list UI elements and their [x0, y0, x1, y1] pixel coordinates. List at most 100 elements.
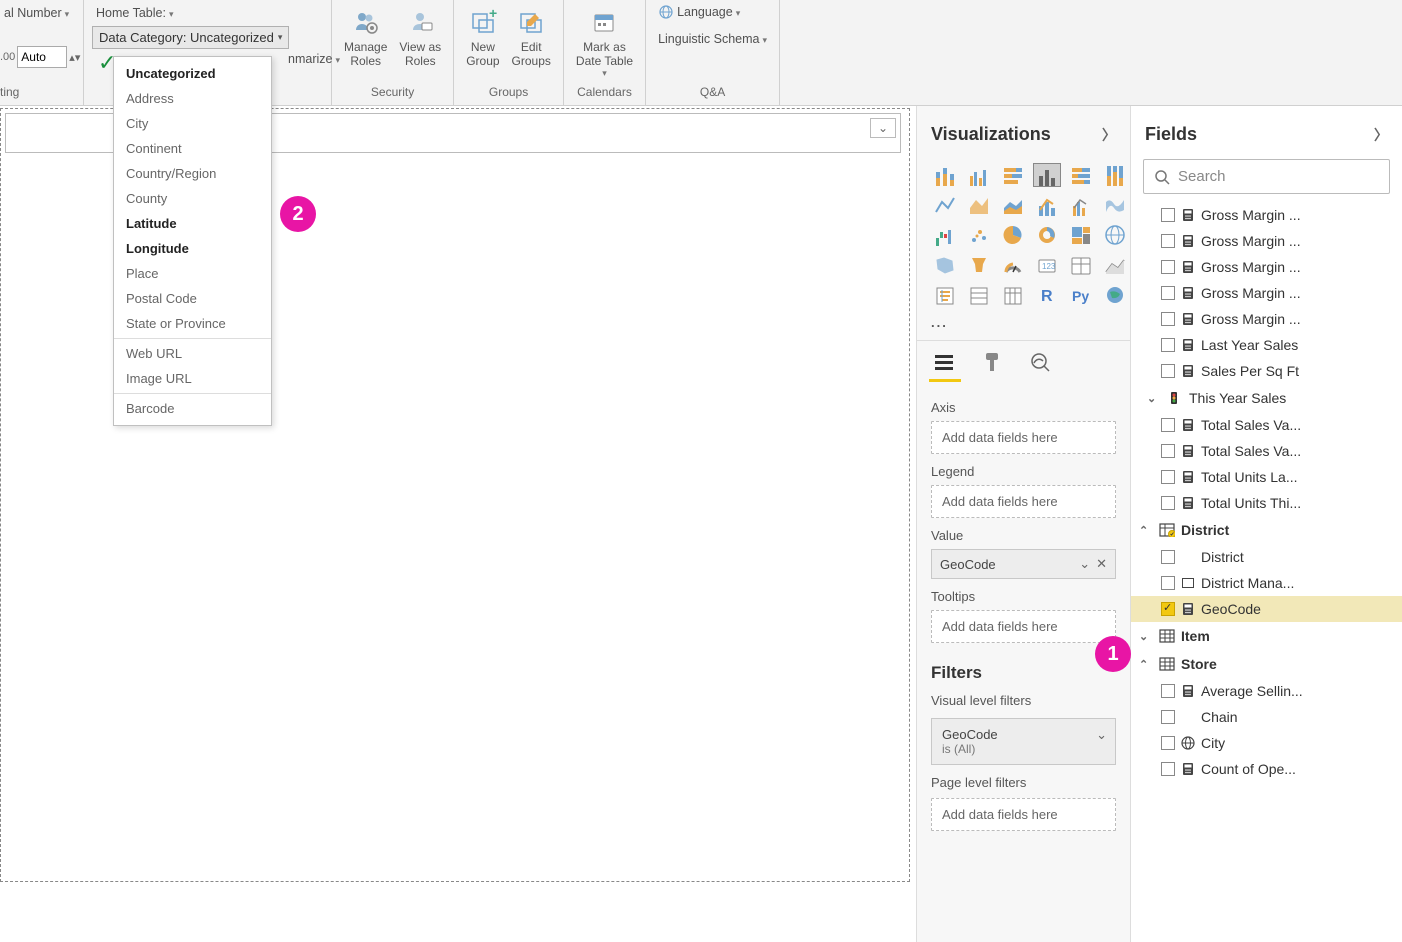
page-filters-well[interactable]: Add data fields here: [931, 798, 1116, 831]
field-item[interactable]: Gross Margin ...: [1131, 202, 1402, 228]
viz-type-21[interactable]: 123: [1033, 253, 1061, 277]
home-table-dropdown[interactable]: Home Table:: [92, 4, 177, 22]
visual-filter-geocode[interactable]: GeoCode is (All) ⌄: [931, 718, 1116, 765]
number-format-dropdown[interactable]: al Number: [0, 4, 73, 22]
visual-options-chevron[interactable]: ⌄: [870, 118, 896, 138]
data-category-option[interactable]: Barcode: [114, 396, 271, 421]
field-checkbox[interactable]: [1161, 260, 1175, 274]
data-category-option[interactable]: Continent: [114, 136, 271, 161]
field-item[interactable]: Total Units La...: [1131, 464, 1402, 490]
tooltips-well[interactable]: Add data fields here: [931, 610, 1116, 643]
field-checkbox[interactable]: [1161, 550, 1175, 564]
field-item[interactable]: Total Units Thi...: [1131, 490, 1402, 516]
data-category-option[interactable]: Address: [114, 86, 271, 111]
data-category-option[interactable]: Postal Code: [114, 286, 271, 311]
viz-type-15[interactable]: [1033, 223, 1061, 247]
field-item[interactable]: Sales Per Sq Ft: [1131, 358, 1402, 384]
format-tab[interactable]: [979, 349, 1005, 375]
field-item[interactable]: Gross Margin ...: [1131, 306, 1402, 332]
field-checkbox[interactable]: [1161, 364, 1175, 378]
remove-field-icon[interactable]: ✕: [1096, 556, 1107, 572]
field-item[interactable]: GeoCode: [1131, 596, 1402, 622]
viz-type-20[interactable]: [999, 253, 1027, 277]
chevron-down-icon[interactable]: ⌄: [1096, 727, 1107, 743]
viz-type-18[interactable]: [931, 253, 959, 277]
viz-type-27[interactable]: R: [1033, 283, 1061, 307]
new-group-button[interactable]: + New Group: [462, 2, 503, 72]
viz-type-14[interactable]: [999, 223, 1027, 247]
viz-type-28[interactable]: Py: [1067, 283, 1095, 307]
collapse-pane-icon[interactable]: 〉: [1374, 125, 1388, 145]
language-dropdown[interactable]: Language: [654, 2, 744, 22]
viz-type-16[interactable]: [1067, 223, 1095, 247]
viz-type-23[interactable]: [1101, 253, 1129, 277]
viz-type-12[interactable]: [931, 223, 959, 247]
viz-type-24[interactable]: [931, 283, 959, 307]
field-checkbox[interactable]: [1161, 338, 1175, 352]
data-category-option[interactable]: City: [114, 111, 271, 136]
viz-type-13[interactable]: [965, 223, 993, 247]
viz-type-17[interactable]: [1101, 223, 1129, 247]
field-item[interactable]: Total Sales Va...: [1131, 438, 1402, 464]
field-item[interactable]: City: [1131, 730, 1402, 756]
viz-type-9[interactable]: [1033, 193, 1061, 217]
analytics-tab[interactable]: [1027, 349, 1053, 375]
viz-type-8[interactable]: [999, 193, 1027, 217]
data-category-dropdown[interactable]: Data Category: Uncategorized: [92, 26, 289, 49]
viz-type-1[interactable]: [965, 163, 993, 187]
field-item[interactable]: Last Year Sales: [1131, 332, 1402, 358]
field-checkbox[interactable]: [1161, 602, 1175, 616]
field-checkbox[interactable]: [1161, 496, 1175, 510]
axis-well[interactable]: Add data fields here: [931, 421, 1116, 454]
fields-hierarchy[interactable]: ⌄This Year Sales: [1131, 384, 1402, 412]
data-category-option[interactable]: County: [114, 186, 271, 211]
viz-type-4[interactable]: [1067, 163, 1095, 187]
fields-tab[interactable]: [931, 349, 957, 375]
field-checkbox[interactable]: [1161, 710, 1175, 724]
viz-type-26[interactable]: [999, 283, 1027, 307]
field-checkbox[interactable]: [1161, 576, 1175, 590]
viz-type-5[interactable]: [1101, 163, 1129, 187]
mark-date-table-button[interactable]: Mark as Date Table ▾: [572, 2, 637, 83]
viz-type-10[interactable]: [1067, 193, 1095, 217]
viz-type-19[interactable]: [965, 253, 993, 277]
viz-type-22[interactable]: [1067, 253, 1095, 277]
viz-type-11[interactable]: [1101, 193, 1129, 217]
field-item[interactable]: Gross Margin ...: [1131, 280, 1402, 306]
viz-type-25[interactable]: [965, 283, 993, 307]
legend-well[interactable]: Add data fields here: [931, 485, 1116, 518]
field-item[interactable]: District: [1131, 544, 1402, 570]
more-visuals-button[interactable]: ...: [917, 315, 1130, 340]
field-checkbox[interactable]: [1161, 762, 1175, 776]
data-category-option[interactable]: Uncategorized: [114, 61, 271, 86]
viz-type-6[interactable]: [931, 193, 959, 217]
manage-roles-button[interactable]: Manage Roles: [340, 2, 391, 72]
fields-search[interactable]: Search: [1143, 159, 1390, 194]
viz-type-2[interactable]: [999, 163, 1027, 187]
field-item[interactable]: Chain: [1131, 704, 1402, 730]
field-item[interactable]: Count of Ope...: [1131, 756, 1402, 782]
viz-type-7[interactable]: [965, 193, 993, 217]
data-category-option[interactable]: Image URL: [114, 366, 271, 391]
field-checkbox[interactable]: [1161, 286, 1175, 300]
chevron-down-icon[interactable]: ⌄: [1079, 556, 1090, 572]
field-checkbox[interactable]: [1161, 208, 1175, 222]
linguistic-schema-dropdown[interactable]: Linguistic Schema: [654, 30, 771, 48]
field-checkbox[interactable]: [1161, 444, 1175, 458]
field-checkbox[interactable]: [1161, 470, 1175, 484]
field-item[interactable]: Total Sales Va...: [1131, 412, 1402, 438]
viz-type-0[interactable]: [931, 163, 959, 187]
data-category-option[interactable]: Place: [114, 261, 271, 286]
field-checkbox[interactable]: [1161, 234, 1175, 248]
field-checkbox[interactable]: [1161, 312, 1175, 326]
view-as-roles-button[interactable]: View as Roles: [395, 2, 445, 72]
edit-groups-button[interactable]: Edit Groups: [508, 2, 555, 72]
field-item[interactable]: District Mana...: [1131, 570, 1402, 596]
value-well-item[interactable]: GeoCode ⌄✕: [931, 549, 1116, 579]
data-category-option[interactable]: Country/Region: [114, 161, 271, 186]
field-checkbox[interactable]: [1161, 736, 1175, 750]
data-category-option[interactable]: Latitude: [114, 211, 271, 236]
field-checkbox[interactable]: [1161, 418, 1175, 432]
viz-type-3[interactable]: [1033, 163, 1061, 187]
data-category-option[interactable]: Web URL: [114, 341, 271, 366]
